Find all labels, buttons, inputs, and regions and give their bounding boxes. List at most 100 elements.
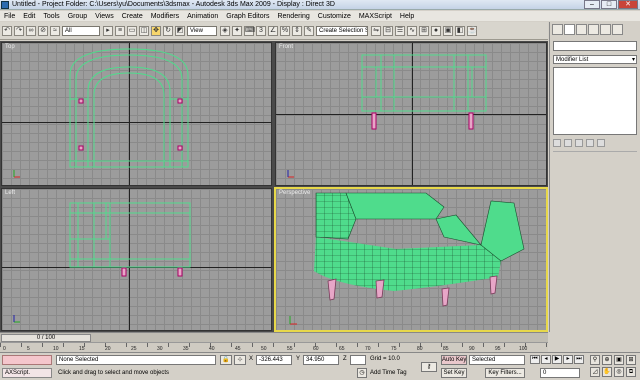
selection-filter-dropdown[interactable]: All [62, 25, 100, 36]
zoom-icon[interactable]: ⚲ [590, 355, 600, 365]
minimize-button[interactable]: – [584, 0, 600, 9]
lock-selection-icon[interactable]: 🔒 [220, 355, 232, 365]
next-frame-icon[interactable]: ▸ [563, 355, 573, 364]
configure-modifier-sets-icon[interactable] [597, 139, 605, 147]
track-bar[interactable]: 0 5 10 15 20 25 30 35 40 45 50 55 60 65 … [0, 342, 548, 353]
add-time-tag-button[interactable]: Add Time Tag [370, 370, 407, 376]
key-icon[interactable]: ⚷ [421, 362, 437, 372]
select-manipulate-icon[interactable]: ✦ [232, 25, 242, 36]
rendered-frame-window-icon[interactable]: ◧ [455, 25, 465, 36]
material-editor-icon[interactable]: ● [431, 25, 441, 36]
menu-help[interactable]: Help [400, 13, 414, 20]
modify-tab-icon[interactable] [564, 24, 575, 35]
select-object-icon[interactable]: ▸ [103, 25, 113, 36]
time-slider[interactable]: 0 / 100 [1, 334, 91, 342]
viewport-navigation-controls: ⚲ ⊕ ▣ ⊞ ◿ ✋ ◎ ⧉ [590, 355, 636, 377]
x-coordinate-field[interactable]: -326.443 [256, 355, 292, 365]
close-button[interactable]: ✕ [618, 0, 638, 9]
utilities-tab-icon[interactable] [612, 24, 623, 35]
auto-key-button[interactable]: Auto Key [441, 355, 467, 365]
menu-rendering[interactable]: Rendering [277, 13, 309, 20]
menu-animation[interactable]: Animation [187, 13, 218, 20]
modifier-stack[interactable] [553, 67, 637, 135]
object-name-field[interactable] [553, 41, 637, 51]
menu-group[interactable]: Group [68, 13, 87, 20]
pivot-center-icon[interactable]: ◈ [220, 25, 230, 36]
maxscript-mini-listener[interactable]: AXScript. [2, 368, 52, 378]
align-icon[interactable]: ⊟ [383, 25, 393, 36]
select-and-rotate-icon[interactable]: ↻ [163, 25, 173, 36]
keyboard-shortcut-override-icon[interactable]: ⌨ [244, 25, 255, 36]
maximize-viewport-icon[interactable]: ⧉ [626, 367, 636, 377]
menu-customize[interactable]: Customize [318, 13, 351, 20]
motion-tab-icon[interactable] [588, 24, 599, 35]
unlink-icon[interactable]: ⊘ [38, 25, 48, 36]
viewport-left[interactable]: Left [1, 188, 272, 331]
schematic-view-icon[interactable]: ⊞ [419, 25, 429, 36]
link-icon[interactable]: ∞ [26, 25, 36, 36]
key-mode-dropdown[interactable]: Selected [469, 355, 525, 365]
z-coordinate-field[interactable] [350, 355, 366, 365]
render-production-icon[interactable]: ☕ [467, 25, 477, 36]
previous-frame-icon[interactable]: ◂ [541, 355, 551, 364]
menu-tools[interactable]: Tools [43, 13, 59, 20]
menu-create[interactable]: Create [122, 13, 143, 20]
window-crossing-icon[interactable]: ◫ [139, 25, 149, 36]
reference-coordinate-dropdown[interactable]: View [187, 25, 217, 36]
menu-maxscript[interactable]: MAXScript [359, 13, 392, 20]
time-tag-icon[interactable]: ◷ [357, 368, 367, 378]
undo-icon[interactable]: ↶ [2, 25, 12, 36]
bind-space-warp-icon[interactable]: ≈ [50, 25, 60, 36]
display-tab-icon[interactable] [600, 24, 611, 35]
selection-status: None Selected [56, 355, 216, 365]
maxscript-listener-input[interactable] [2, 355, 52, 365]
select-and-scale-icon[interactable]: ◩ [175, 25, 185, 36]
remove-modifier-icon[interactable] [586, 139, 594, 147]
mirror-icon[interactable]: ⇋ [371, 25, 381, 36]
edit-named-selection-icon[interactable]: ✎ [304, 25, 314, 36]
play-icon[interactable]: ▶ [552, 355, 562, 364]
maximize-button[interactable]: □ [601, 0, 617, 9]
command-panel-tabs [550, 22, 640, 37]
pin-stack-icon[interactable] [553, 139, 561, 147]
render-setup-icon[interactable]: ▣ [443, 25, 453, 36]
y-coordinate-field[interactable]: 34.950 [303, 355, 339, 365]
set-key-button[interactable]: Set Key [441, 368, 467, 378]
menu-graph-editors[interactable]: Graph Editors [226, 13, 269, 20]
field-of-view-icon[interactable]: ◿ [590, 367, 600, 377]
go-to-end-icon[interactable]: ⏭ [574, 355, 584, 364]
make-unique-icon[interactable] [575, 139, 583, 147]
redo-icon[interactable]: ↷ [14, 25, 24, 36]
menu-views[interactable]: Views [95, 13, 114, 20]
transform-mode-icon[interactable]: ⊹ [234, 355, 246, 365]
snaps-toggle-icon[interactable]: 3 [256, 25, 266, 36]
pan-icon[interactable]: ✋ [602, 367, 612, 377]
zoom-all-icon[interactable]: ⊕ [602, 355, 612, 365]
menu-modifiers[interactable]: Modifiers [151, 13, 179, 20]
curve-editor-icon[interactable]: ∿ [407, 25, 417, 36]
viewport-perspective[interactable]: Perspective [274, 187, 548, 332]
angle-snap-icon[interactable]: ∠ [268, 25, 278, 36]
modifier-list-dropdown[interactable]: Modifier List ▾ [553, 55, 637, 64]
key-filters-button[interactable]: Key Filters... [485, 368, 525, 378]
viewport-front[interactable]: Front [275, 42, 547, 186]
layer-manager-icon[interactable]: ☰ [395, 25, 405, 36]
go-to-start-icon[interactable]: ⏮ [530, 355, 540, 364]
spinner-snap-icon[interactable]: ⇕ [292, 25, 302, 36]
zoom-extents-icon[interactable]: ▣ [614, 355, 624, 365]
show-end-result-icon[interactable] [564, 139, 572, 147]
window-title: Untitled - Project Folder: C:\Users\yu\D… [12, 1, 335, 8]
menu-file[interactable]: File [4, 13, 15, 20]
named-selection-dropdown[interactable]: Create Selection Set [316, 25, 368, 36]
select-and-move-icon[interactable]: ✥ [151, 25, 161, 36]
rectangular-selection-icon[interactable]: ▭ [127, 25, 137, 36]
select-by-name-icon[interactable]: ≡ [115, 25, 125, 36]
hierarchy-tab-icon[interactable] [576, 24, 587, 35]
percent-snap-icon[interactable]: % [280, 25, 290, 36]
orbit-icon[interactable]: ◎ [614, 367, 624, 377]
viewport-top[interactable]: Top [1, 42, 272, 186]
current-frame-field[interactable]: 0 [540, 368, 580, 378]
zoom-extents-all-icon[interactable]: ⊞ [626, 355, 636, 365]
menu-edit[interactable]: Edit [23, 13, 35, 20]
create-tab-icon[interactable] [552, 24, 563, 35]
